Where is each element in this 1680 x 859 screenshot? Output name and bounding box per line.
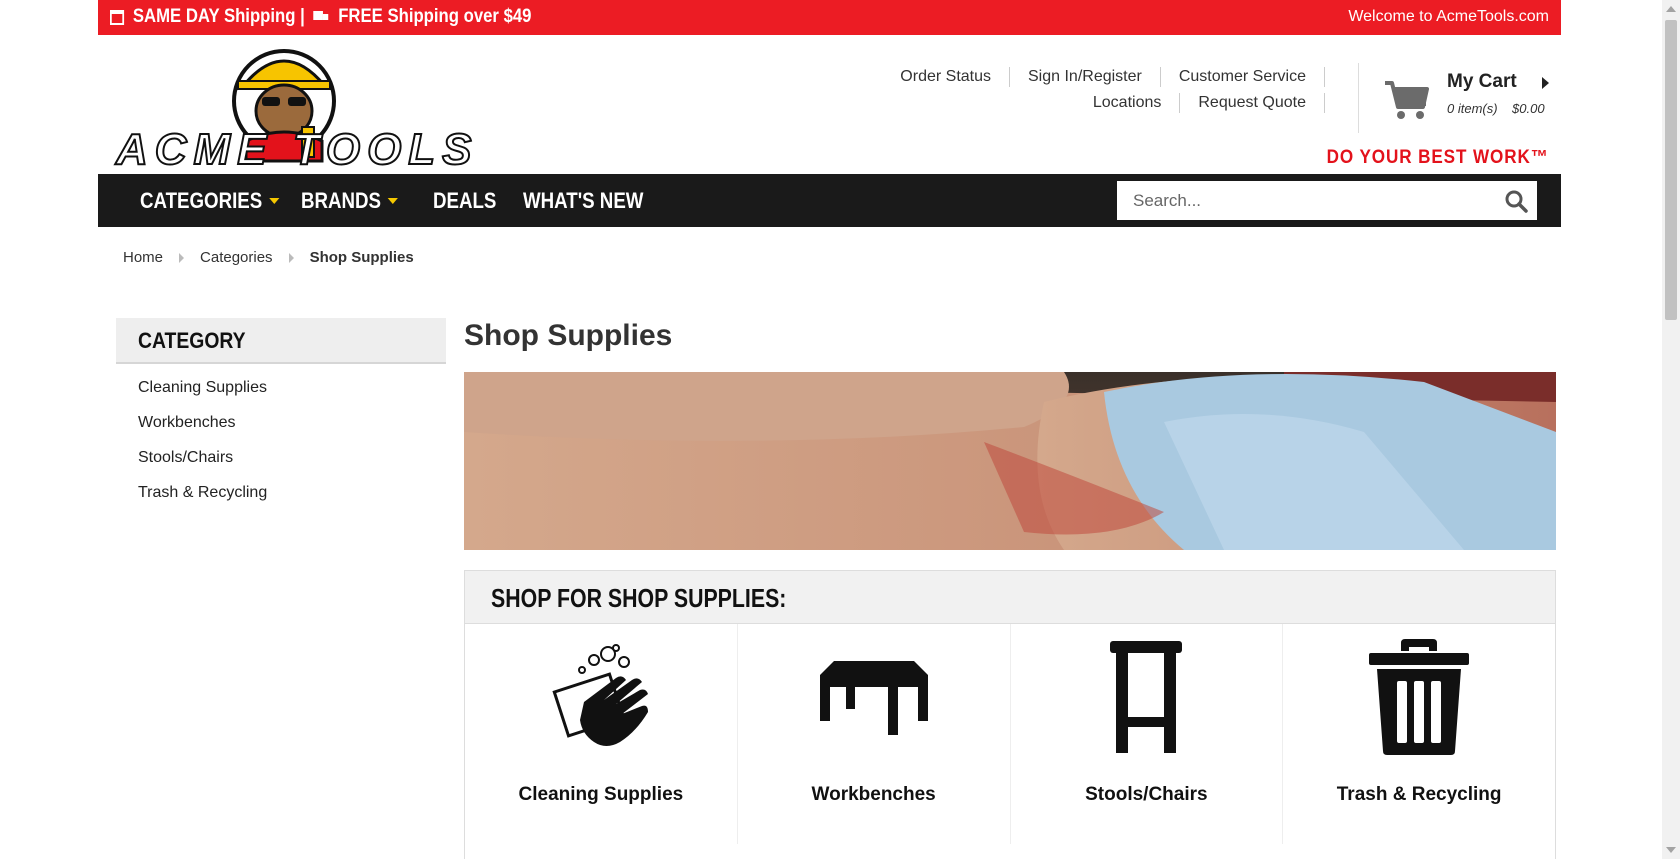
shop-for-box: SHOP FOR SHOP SUPPLIES: Cleaning Supplie… — [464, 570, 1556, 859]
sidebar-item-cleaning-supplies[interactable]: Cleaning Supplies — [116, 378, 446, 413]
tile-stools-chairs[interactable]: Stools/Chairs — [1011, 624, 1284, 844]
tile-label: Workbenches — [811, 784, 936, 805]
account-links: Order Status Sign In/Register Customer S… — [882, 67, 1325, 119]
cart-icon — [1385, 81, 1429, 119]
sidebar-list: Cleaning Supplies Workbenches Stools/Cha… — [116, 378, 446, 518]
nav-whats-new[interactable]: WHAT'S NEW — [523, 188, 643, 214]
main-content: Shop Supplies SHOP FOR SHOP SUPPLIES: Cl… — [464, 318, 1556, 859]
cart-summary: 0 item(s) $0.00 — [1447, 101, 1545, 116]
page: SAME DAY Shipping | FREE Shipping over $… — [0, 0, 1662, 859]
customer-service-link[interactable]: Customer Service — [1161, 67, 1325, 87]
same-day-shipping-text: SAME DAY Shipping | — [132, 6, 305, 27]
locations-link[interactable]: Locations — [1075, 93, 1181, 113]
tile-label: Stools/Chairs — [1085, 784, 1208, 805]
tile-label: Cleaning Supplies — [518, 784, 684, 805]
stool-icon — [1086, 638, 1206, 756]
nav-whats-new-label: WHAT'S NEW — [523, 188, 644, 213]
workbench-icon — [814, 638, 934, 756]
free-shipping-text: FREE Shipping over $49 — [338, 6, 532, 27]
tile-label: Trash & Recycling — [1336, 784, 1502, 805]
search-button[interactable] — [1495, 181, 1537, 220]
search-input[interactable] — [1117, 181, 1493, 220]
trash-can-icon — [1359, 638, 1479, 756]
sidebar-item-workbenches[interactable]: Workbenches — [116, 413, 446, 448]
account-links-row-2: Locations Request Quote — [882, 93, 1325, 113]
page-scrollbar[interactable] — [1662, 0, 1680, 859]
nav-brands-label: BRANDS — [301, 188, 382, 213]
search-box — [1117, 181, 1537, 220]
caret-down-icon — [387, 198, 399, 204]
sidebar-title: CATEGORY — [138, 328, 246, 353]
welcome-text: Welcome to AcmeTools.com — [1348, 8, 1549, 25]
category-sidebar: CATEGORY Cleaning Supplies Workbenches S… — [116, 318, 446, 518]
scroll-up-icon[interactable] — [1666, 6, 1676, 12]
sidebar-item-stools-chairs[interactable]: Stools/Chairs — [116, 448, 446, 483]
header: ACME TOOLS Order Status Sign In/Register… — [98, 35, 1561, 175]
order-status-link[interactable]: Order Status — [882, 67, 1010, 87]
tile-cleaning-supplies[interactable]: Cleaning Supplies — [465, 624, 738, 844]
category-banner-image — [464, 372, 1556, 550]
calendar-icon — [110, 9, 125, 25]
logo-wordmark: ACME TOOLS — [115, 124, 479, 175]
sidebar-header: CATEGORY — [116, 318, 446, 364]
tagline: DO YOUR BEST WORK™ — [1326, 147, 1549, 168]
cart-total: $0.00 — [1512, 101, 1545, 116]
caret-down-icon — [269, 198, 280, 204]
chevron-right-icon — [288, 252, 294, 263]
account-links-row-1: Order Status Sign In/Register Customer S… — [882, 67, 1325, 87]
cleaning-hand-icon — [541, 638, 661, 756]
breadcrumb-current: Shop Supplies — [309, 249, 414, 266]
request-quote-link[interactable]: Request Quote — [1180, 93, 1325, 113]
cart-item-count: 0 item(s) — [1447, 101, 1498, 116]
my-cart-label: My Cart — [1447, 71, 1517, 92]
tile-workbenches[interactable]: Workbenches — [738, 624, 1011, 844]
breadcrumb-categories[interactable]: Categories — [200, 249, 273, 266]
nav-deals[interactable]: DEALS — [433, 188, 496, 214]
nav-categories[interactable]: CATEGORIES — [140, 188, 280, 214]
shipping-promo[interactable]: SAME DAY Shipping | FREE Shipping over $… — [110, 6, 531, 28]
sidebar-item-trash-recycling[interactable]: Trash & Recycling — [116, 483, 446, 518]
nav-categories-label: CATEGORIES — [140, 188, 263, 213]
tile-trash-recycling[interactable]: Trash & Recycling — [1283, 624, 1555, 844]
sign-in-register-link[interactable]: Sign In/Register — [1010, 67, 1161, 87]
chevron-right-icon — [1542, 77, 1549, 89]
main-nav: CATEGORIES BRANDS DEALS WHAT'S NEW — [98, 174, 1561, 227]
nav-brands[interactable]: BRANDS — [301, 188, 399, 214]
breadcrumb: Home Categories Shop Supplies — [123, 249, 414, 266]
scrollbar-thumb[interactable] — [1665, 20, 1677, 320]
search-icon — [1505, 190, 1528, 213]
acme-tools-logo[interactable]: ACME TOOLS — [115, 41, 473, 175]
scroll-down-icon[interactable] — [1666, 847, 1676, 853]
category-tiles: Cleaning Supplies Workbenches Stools/Cha… — [465, 624, 1555, 844]
page-title: Shop Supplies — [464, 319, 673, 352]
shop-for-heading: SHOP FOR SHOP SUPPLIES: — [491, 583, 787, 613]
cart-widget[interactable]: My Cart 0 item(s) $0.00 — [1358, 63, 1557, 133]
nav-deals-label: DEALS — [433, 188, 497, 213]
breadcrumb-home[interactable]: Home — [123, 249, 163, 266]
promo-bar: SAME DAY Shipping | FREE Shipping over $… — [98, 0, 1561, 35]
shop-for-header: SHOP FOR SHOP SUPPLIES: — [465, 571, 1555, 624]
truck-icon — [313, 11, 330, 23]
chevron-right-icon — [179, 252, 185, 263]
